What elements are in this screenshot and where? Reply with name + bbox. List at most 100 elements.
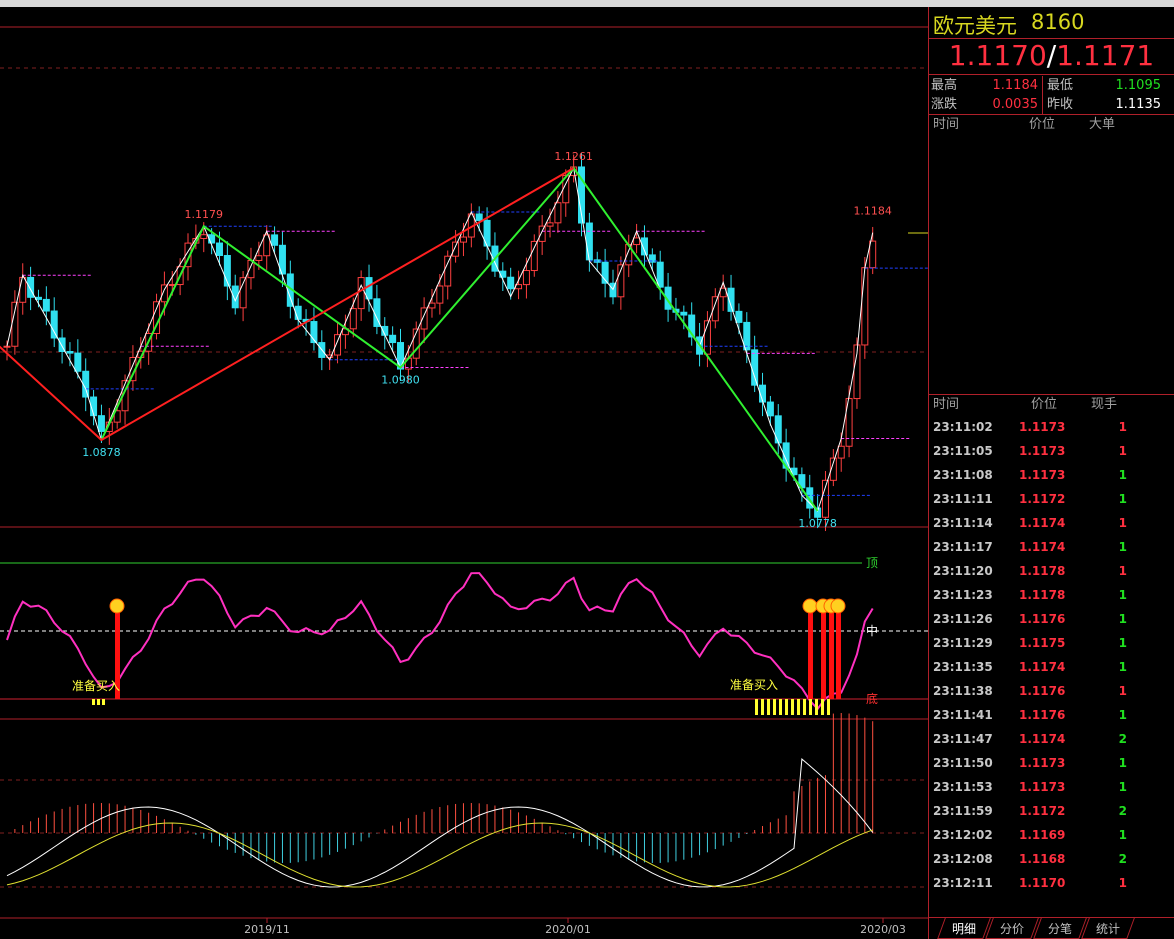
tick-time: 23:11:23 — [933, 588, 993, 602]
candle-body — [27, 276, 35, 298]
bid-price: 1.1170 — [948, 39, 1047, 72]
tick-volume: 1 — [1118, 588, 1127, 602]
tick-volume: 1 — [1118, 660, 1127, 674]
symbol-code: 8160 — [1031, 10, 1085, 34]
candle-body — [271, 234, 279, 246]
signal-bar — [836, 604, 841, 699]
candle-body — [751, 349, 759, 386]
candle-body — [436, 285, 444, 304]
tick-volume: 1 — [1118, 636, 1127, 650]
ask-price: 1.1171 — [1056, 39, 1155, 72]
tick-price: 1.1174 — [1019, 660, 1066, 674]
tick-time: 23:11:20 — [933, 564, 993, 578]
candle-body — [428, 302, 436, 309]
tick-volume: 1 — [1118, 708, 1127, 722]
window-top-bar — [0, 0, 1174, 7]
tick-volume: 1 — [1118, 612, 1127, 626]
candle-body — [766, 401, 774, 417]
kline-chart[interactable]: 1.1261 1.1179 1.1184 1.0878 1.0980 1.0778 顶中底 准… — [0, 7, 928, 939]
tick-time: 23:12:08 — [933, 852, 993, 866]
tick-row: 23:12:02 1.1169 1 — [929, 823, 1174, 847]
tab-bar: 明细 分价 分笔 统计 — [929, 917, 1174, 939]
candle-body — [66, 351, 74, 354]
tick-volume: 1 — [1118, 468, 1127, 482]
tick-list[interactable]: 时间 价位 现手 23:11:02 1.1173 1 23:11:05 1.1173 1 23:… — [929, 395, 1174, 895]
candle-body — [475, 213, 483, 221]
buy-zone-bar — [97, 699, 100, 705]
tick-time: 23:11:11 — [933, 492, 993, 506]
tick-row: 23:11:20 1.1178 1 — [929, 559, 1174, 583]
tick-volume: 1 — [1118, 540, 1127, 554]
tick-volume: 1 — [1118, 516, 1127, 530]
candle-body — [444, 255, 452, 287]
tab-trades[interactable]: 分笔 — [1033, 918, 1087, 939]
tick-row: 23:11:38 1.1176 1 — [929, 679, 1174, 703]
quote-panel: 欧元美元 8160 1.1170/1.1171 最高 1.1184 最低 1.1… — [928, 7, 1174, 939]
signal-bar — [821, 604, 826, 699]
prev-label: 昨收 — [1047, 97, 1074, 112]
col-time: 时间 — [933, 117, 960, 132]
high-value: 1.1184 — [981, 76, 1043, 95]
tick-time: 23:11:59 — [933, 804, 993, 818]
buy-zone-bar — [92, 699, 95, 705]
tick-row: 23:11:50 1.1173 1 — [929, 751, 1174, 775]
candle-body — [215, 242, 223, 256]
candle-body — [633, 237, 641, 246]
candle-body — [97, 415, 105, 432]
tick-row: 23:11:53 1.1173 1 — [929, 775, 1174, 799]
tick-row: 23:11:29 1.1175 1 — [929, 631, 1174, 655]
candle-body — [200, 234, 208, 240]
col-vol: 现手 — [1091, 397, 1118, 412]
signal-bar — [829, 604, 834, 699]
col-price: 价位 — [1031, 397, 1058, 412]
candle-body — [837, 445, 845, 459]
tick-time: 23:12:11 — [933, 876, 993, 890]
buy-zone-bar — [785, 699, 788, 715]
tick-price: 1.1174 — [1019, 516, 1066, 530]
separator: / — [1046, 39, 1057, 72]
tick-time: 23:11:17 — [933, 540, 993, 554]
tick-price: 1.1168 — [1019, 852, 1066, 866]
tick-time: 23:11:29 — [933, 636, 993, 650]
tick-row: 23:11:05 1.1173 1 — [929, 439, 1174, 463]
tick-row: 23:12:08 1.1168 2 — [929, 847, 1174, 871]
price-annotation: 1.0878 — [82, 446, 121, 459]
big-orders-panel: 时间 价位 大单 — [929, 115, 1174, 395]
smiley-icon — [802, 598, 818, 614]
tick-volume: 2 — [1118, 732, 1127, 746]
tick-row: 23:11:47 1.1174 2 — [929, 727, 1174, 751]
tick-time: 23:11:41 — [933, 708, 993, 722]
candle-body — [554, 202, 562, 224]
tick-row: 23:11:23 1.1178 1 — [929, 583, 1174, 607]
candle-body — [546, 222, 554, 227]
buy-zone-bar — [755, 699, 758, 715]
price-annotation: 1.1179 — [185, 208, 224, 221]
tick-volume: 2 — [1118, 804, 1127, 818]
tick-row: 23:11:41 1.1176 1 — [929, 703, 1174, 727]
price-annotation: 1.0778 — [798, 517, 837, 530]
tick-time: 23:11:08 — [933, 468, 993, 482]
candle-body — [42, 298, 50, 312]
buy-zone-bar — [815, 699, 818, 715]
tick-time: 23:11:35 — [933, 660, 993, 674]
tab-price[interactable]: 分价 — [985, 918, 1039, 939]
price-annotation: 1.1261 — [554, 150, 593, 163]
low-value: 1.1095 — [1115, 78, 1162, 93]
tick-volume: 1 — [1118, 444, 1127, 458]
signal-label: 准备买入 — [730, 678, 778, 692]
candle-body — [869, 240, 877, 269]
tick-price: 1.1172 — [1019, 492, 1066, 506]
tick-price: 1.1175 — [1019, 636, 1066, 650]
prev-value: 1.1135 — [1115, 97, 1162, 112]
tab-stats[interactable]: 统计 — [1081, 918, 1135, 939]
tick-volume: 2 — [1118, 852, 1127, 866]
tick-price: 1.1178 — [1019, 588, 1066, 602]
candle-body — [585, 222, 593, 261]
tab-detail[interactable]: 明细 — [937, 918, 991, 939]
candle-body — [530, 240, 538, 272]
tick-time: 23:11:38 — [933, 684, 993, 698]
symbol-name: 欧元美元 — [933, 14, 1017, 38]
tick-time: 23:12:02 — [933, 828, 993, 842]
change-value: 0.0035 — [981, 95, 1043, 114]
tick-price: 1.1173 — [1019, 780, 1066, 794]
